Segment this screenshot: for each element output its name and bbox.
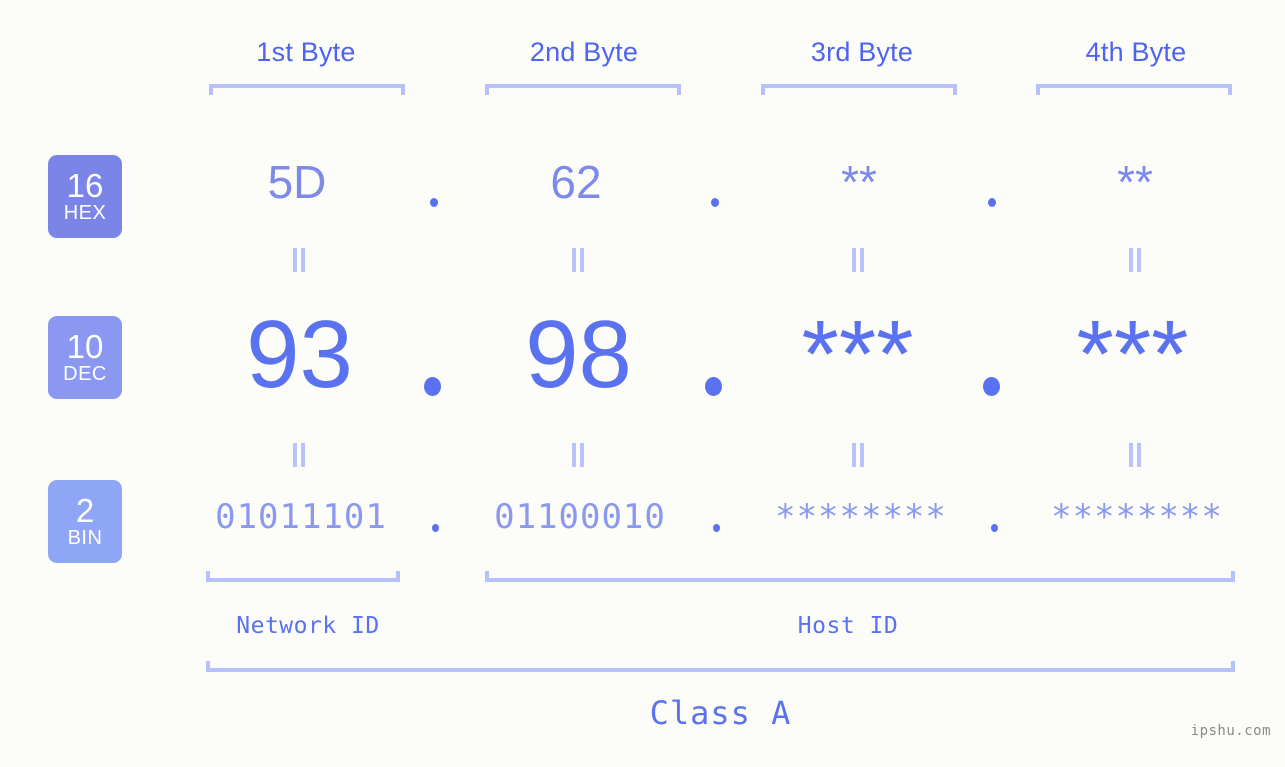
network-id-label: Network ID — [236, 613, 380, 639]
hex-byte-1: 5D — [267, 156, 327, 208]
byte-bracket-1 — [209, 84, 405, 95]
base-badge-hex-name: HEX — [63, 202, 107, 224]
host-id-bracket — [485, 571, 1235, 582]
bin-byte-2: 01100010 — [494, 497, 666, 537]
hex-separator-1 — [430, 198, 438, 207]
bin-byte-3: ******** — [775, 497, 947, 537]
bin-byte-4: ******** — [1051, 497, 1223, 537]
dec-byte-3: *** — [801, 301, 914, 408]
hex-byte-2: 62 — [550, 156, 602, 208]
hex-byte-4: ** — [1117, 156, 1153, 208]
base-badge-bin-name: BIN — [67, 527, 103, 549]
hex-byte-3: ** — [841, 156, 877, 208]
base-badge-dec: 10 DEC — [48, 316, 122, 399]
base-badge-hex: 16 HEX — [48, 155, 122, 238]
equals-icon-dec-bin-1 — [291, 443, 309, 467]
dec-separator-3 — [983, 377, 1000, 396]
dec-separator-2 — [705, 377, 722, 396]
host-id-label: Host ID — [797, 613, 899, 639]
watermark: ipshu.com — [1190, 723, 1271, 739]
byte-bracket-3 — [761, 84, 957, 95]
equals-icon-hex-dec-3 — [850, 248, 868, 272]
byte-header-3: 3rd Byte — [810, 37, 914, 67]
equals-icon-dec-bin-2 — [570, 443, 588, 467]
equals-icon-dec-bin-4 — [1127, 443, 1145, 467]
network-id-bracket — [206, 571, 400, 582]
bin-separator-2 — [713, 524, 720, 532]
base-badge-bin-number: 2 — [75, 492, 95, 529]
dec-byte-1: 93 — [246, 301, 353, 408]
base-badge-bin: 2 BIN — [48, 480, 122, 563]
bin-separator-3 — [991, 524, 998, 532]
class-bracket — [206, 661, 1235, 672]
byte-header-2: 2nd Byte — [529, 37, 639, 67]
byte-bracket-4 — [1036, 84, 1232, 95]
byte-header-4: 4th Byte — [1085, 37, 1187, 67]
class-label: Class A — [649, 694, 792, 732]
hex-separator-2 — [711, 198, 719, 207]
equals-icon-hex-dec-1 — [291, 248, 309, 272]
ip-breakdown-diagram: 1st Byte 2nd Byte 3rd Byte 4th Byte 16 H… — [0, 0, 1285, 767]
equals-icon-dec-bin-3 — [850, 443, 868, 467]
equals-icon-hex-dec-2 — [570, 248, 588, 272]
bin-separator-1 — [432, 524, 439, 532]
equals-icon-hex-dec-4 — [1127, 248, 1145, 272]
byte-header-1: 1st Byte — [256, 37, 356, 67]
dec-separator-1 — [424, 377, 441, 396]
byte-bracket-2 — [485, 84, 681, 95]
dec-byte-2: 98 — [525, 301, 632, 408]
base-badge-hex-number: 16 — [66, 167, 104, 204]
bin-byte-1: 01011101 — [215, 497, 387, 537]
dec-byte-4: *** — [1076, 301, 1189, 408]
base-badge-dec-number: 10 — [66, 328, 104, 365]
hex-separator-3 — [988, 198, 996, 207]
base-badge-dec-name: DEC — [63, 363, 107, 385]
